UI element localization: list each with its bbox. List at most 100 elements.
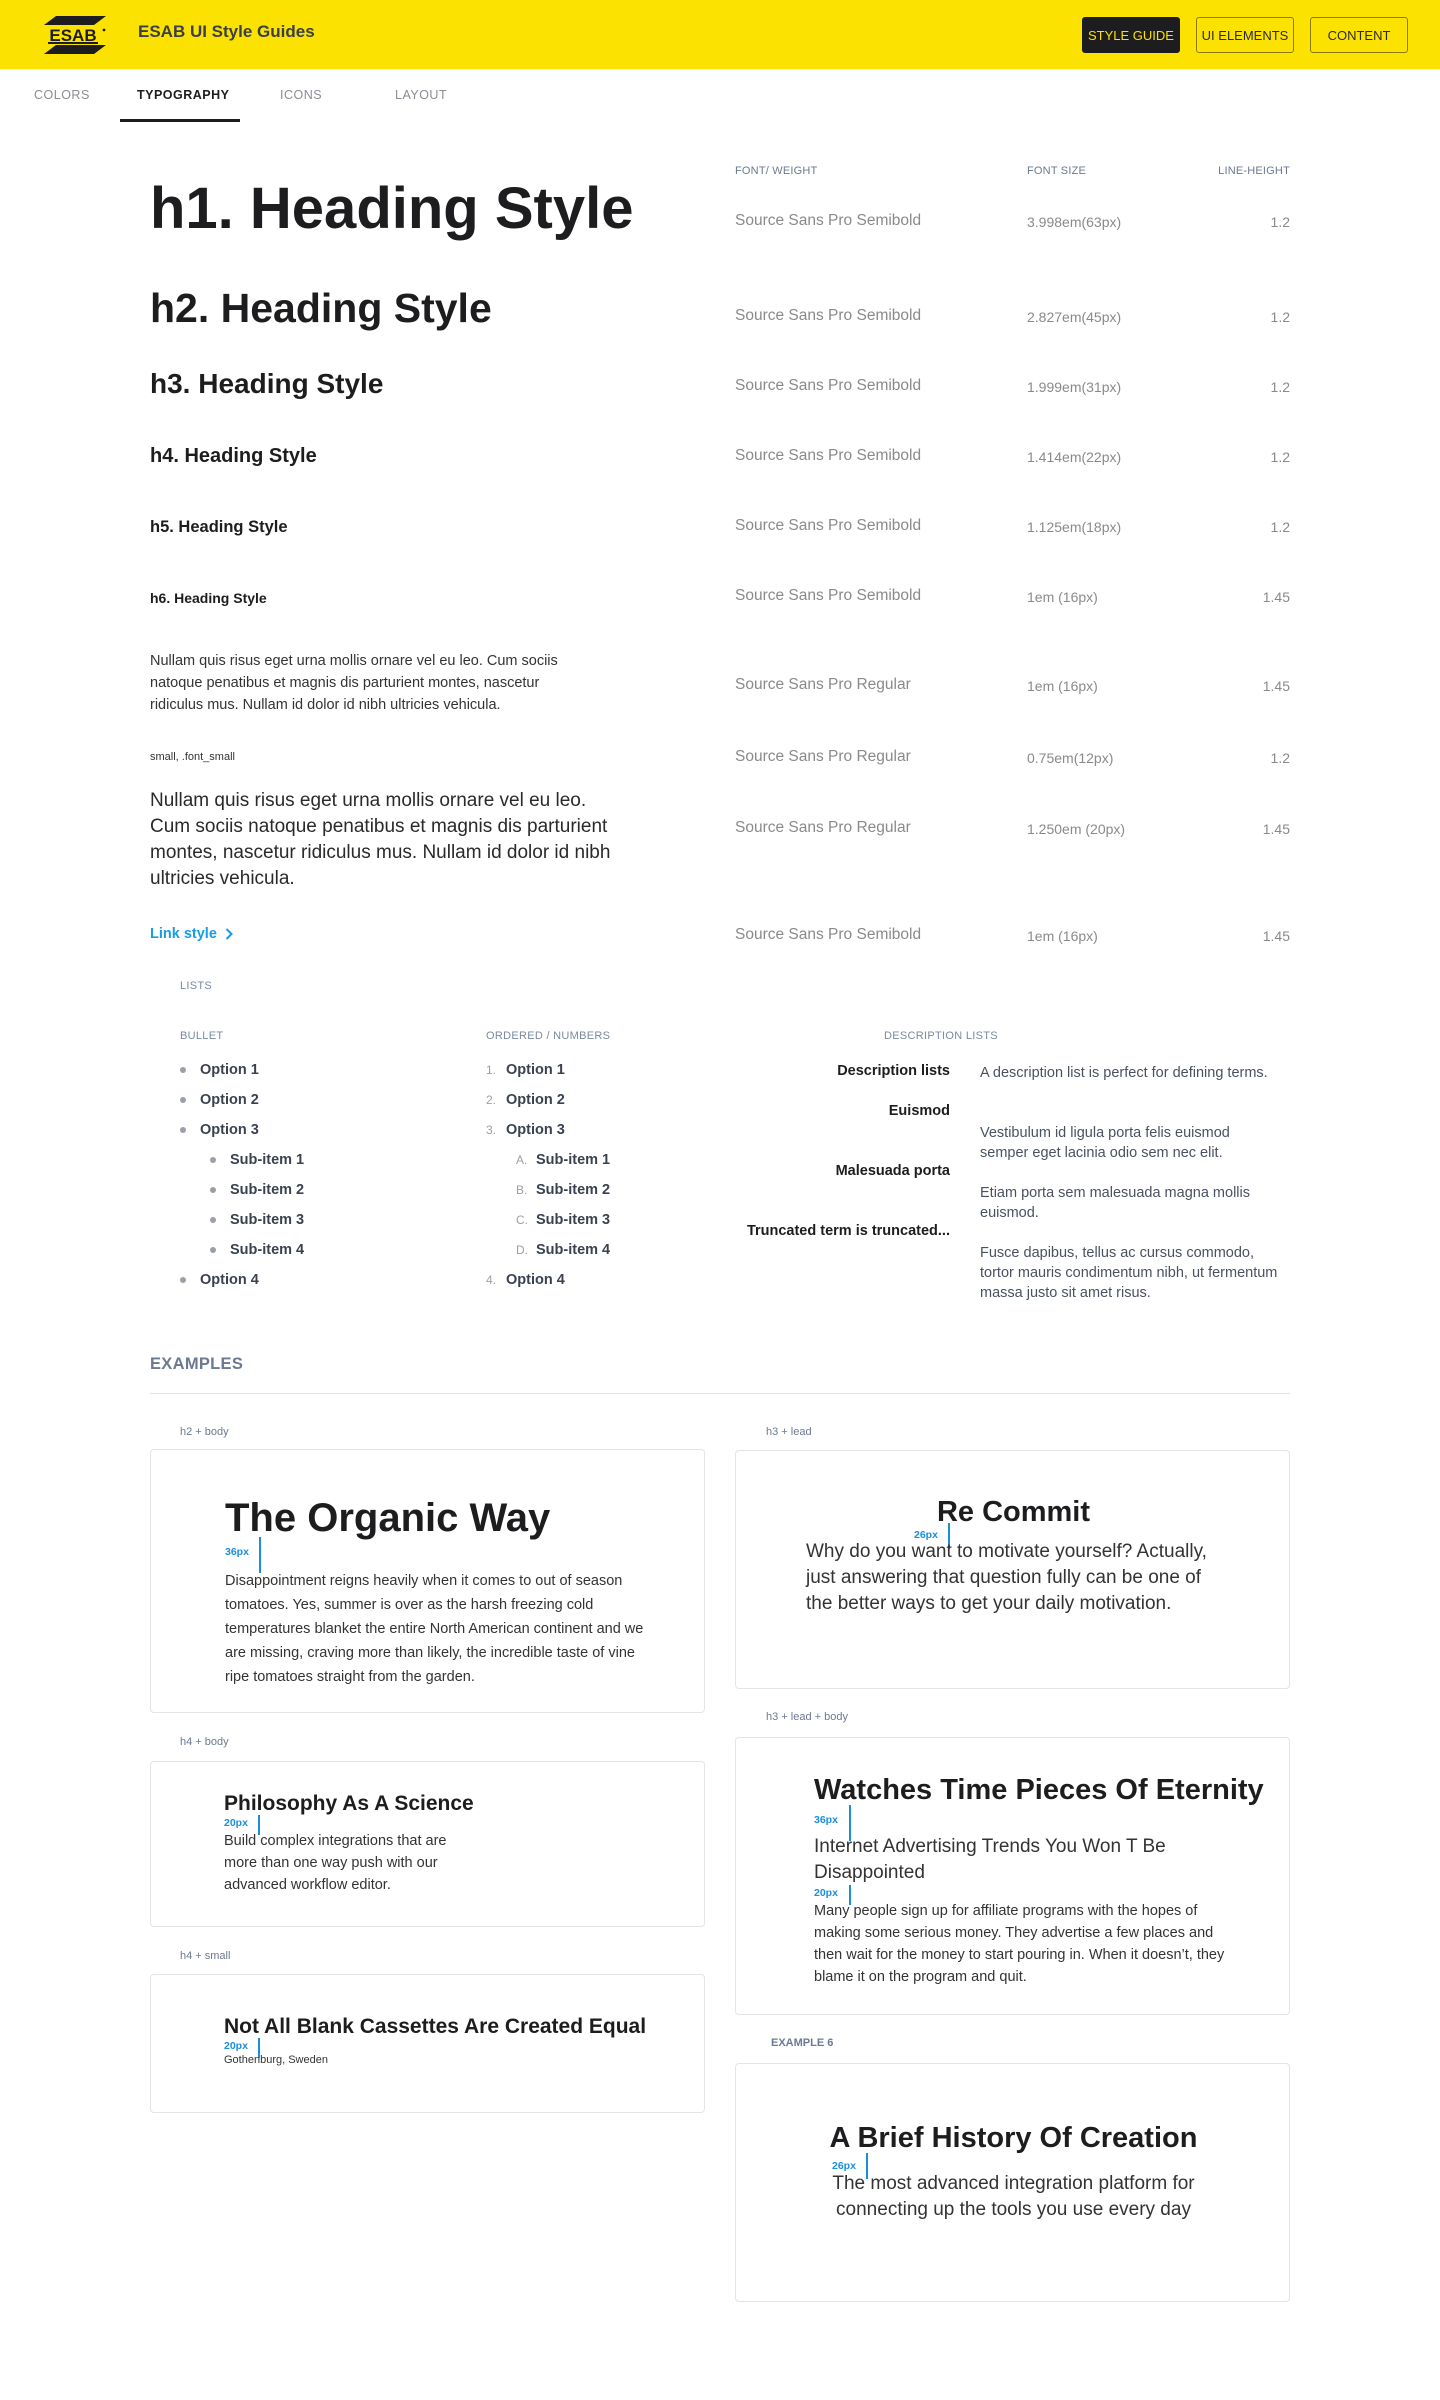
description-definition: Fusce dapibus, tellus ac cursus commodo,… xyxy=(980,1245,1278,1301)
example-body: Many people sign up for affiliate progra… xyxy=(814,1903,1225,1985)
ordered-list-item: 4. Option 4 xyxy=(486,1272,565,1288)
example-lead: Internet Advertising Trends You Won T Be… xyxy=(814,1836,1166,1883)
h6-font: Source Sans Pro Semibold xyxy=(735,587,922,604)
bullet-sub-item: Sub-item 3 xyxy=(210,1212,304,1228)
h1-size: 3.998em(63px) xyxy=(1027,214,1122,230)
example-card-6: A Brief History Of Creation 26px The mos… xyxy=(735,2063,1290,2302)
h1-font: Source Sans Pro Semibold xyxy=(735,212,922,229)
link-style-sample[interactable]: Link style xyxy=(150,926,233,942)
bullet-sub-item: Sub-item 1 xyxy=(210,1152,304,1168)
example-small: Gothenburg, Sweden xyxy=(224,2054,328,2066)
example-card-h4-small: Not All Blank Cassettes Are Created Equa… xyxy=(150,1974,705,2113)
example-card-h3-lead: Re Commit 26px Why do you want to motiva… xyxy=(735,1450,1290,1689)
bullet-icon xyxy=(210,1217,216,1223)
ordered-sub-item: C. Sub-item 3 xyxy=(516,1212,611,1228)
ordered-sub-item: B. Sub-item 2 xyxy=(516,1182,611,1198)
ordered-list-item: 3. Option 3 xyxy=(486,1122,565,1138)
bullet-icon xyxy=(210,1247,216,1253)
bullet-sub-item: Sub-item 4 xyxy=(210,1242,304,1258)
example-card-h3-lead-body: Watches Time Pieces Of Eternity 36px Int… xyxy=(735,1737,1290,2015)
app-title: ESAB UI Style Guides xyxy=(138,22,315,41)
ordered-list-item: 1. Option 1 xyxy=(486,1062,565,1078)
ui-elements-button[interactable]: UI ELEMENTS xyxy=(1196,17,1294,53)
example-label: h2 + body xyxy=(180,1426,229,1438)
example-title: Re Commit xyxy=(936,1496,1091,1528)
example-card-h2-body: The Organic Way 36px Disappointment reig… xyxy=(150,1449,705,1713)
h1-sample: h1. Heading Style xyxy=(150,176,634,241)
link-size: 1em (16px) xyxy=(1027,928,1098,944)
example-title: Watches Time Pieces Of Eternity xyxy=(814,1774,1264,1806)
h2-sample: h2. Heading Style xyxy=(150,285,492,331)
description-definition: A description list is perfect for defini… xyxy=(980,1065,1268,1081)
h3-sample: h3. Heading Style xyxy=(150,368,384,399)
description-list-label: DESCRIPTION LISTS xyxy=(884,1030,998,1042)
description-definition: Etiam porta sem malesuada magna mollis e… xyxy=(980,1185,1250,1221)
h5-sample: h5. Heading Style xyxy=(150,518,288,536)
bullet-icon xyxy=(180,1127,186,1133)
spacing-indicator xyxy=(259,1537,261,1573)
h2-line-height: 1.2 xyxy=(1270,309,1290,325)
bullet-icon xyxy=(210,1157,216,1163)
h4-sample: h4. Heading Style xyxy=(150,445,317,467)
link-font: Source Sans Pro Semibold xyxy=(735,926,922,943)
h1-line-height: 1.2 xyxy=(1270,214,1290,230)
example-title: A Brief History Of Creation xyxy=(829,2122,1198,2154)
h3-font: Source Sans Pro Semibold xyxy=(735,377,922,394)
example-label: h4 + small xyxy=(180,1950,231,1962)
content-button[interactable]: CONTENT xyxy=(1310,17,1408,53)
esab-logo[interactable]: ESAB xyxy=(42,16,108,54)
example-label: EXAMPLE 6 xyxy=(771,2037,834,2049)
top-bar: ESAB ESAB UI Style Guides STYLE GUIDE UI… xyxy=(0,0,1440,69)
tab-icons[interactable]: ICONS xyxy=(280,88,322,102)
spacing-label: 20px xyxy=(224,2040,248,2052)
description-term: Euismod xyxy=(888,1103,950,1119)
h6-sample: h6. Heading Style xyxy=(150,590,267,606)
tab-colors[interactable]: COLORS xyxy=(34,88,90,102)
tab-layout[interactable]: LAYOUT xyxy=(395,88,447,102)
body-font: Source Sans Pro Regular xyxy=(735,676,911,693)
h4-font: Source Sans Pro Semibold xyxy=(735,447,922,464)
active-tab-indicator xyxy=(120,119,240,122)
divider xyxy=(150,1393,1290,1394)
spacing-label: 20px xyxy=(224,1817,248,1829)
h2-size: 2.827em(45px) xyxy=(1027,309,1122,325)
body-line-height: 1.45 xyxy=(1262,678,1290,694)
h5-size: 1.125em(18px) xyxy=(1027,519,1122,535)
body-sample: Nullam quis risus eget urna mollis ornar… xyxy=(150,653,558,713)
small-size: 0.75em(12px) xyxy=(1027,750,1114,766)
example-lead: Why do you want to motivate yourself? Ac… xyxy=(806,1541,1207,1614)
example-title: Not All Blank Cassettes Are Created Equa… xyxy=(224,2015,647,2038)
bullet-sub-item: Sub-item 2 xyxy=(210,1182,304,1198)
bullet-icon xyxy=(180,1097,186,1103)
lead-size: 1.250em (20px) xyxy=(1027,821,1126,837)
example-body: Disappointment reigns heavily when it co… xyxy=(225,1573,644,1685)
h3-line-height: 1.2 xyxy=(1270,379,1290,395)
h4-line-height: 1.2 xyxy=(1270,449,1290,465)
bullet-list-item: Option 3 xyxy=(180,1122,259,1138)
h4-size: 1.414em(22px) xyxy=(1027,449,1122,465)
small-font: Source Sans Pro Regular xyxy=(735,748,911,765)
example-body: Build complex integrations that are more… xyxy=(224,1833,447,1893)
h2-font: Source Sans Pro Semibold xyxy=(735,307,922,324)
example-title: The Organic Way xyxy=(225,1496,551,1540)
ordered-sub-item: D. Sub-item 4 xyxy=(516,1242,611,1258)
column-header-font: FONT/ WEIGHT xyxy=(735,165,818,177)
style-guide-button[interactable]: STYLE GUIDE xyxy=(1082,17,1180,53)
h5-font: Source Sans Pro Semibold xyxy=(735,517,922,534)
spacing-label: 20px xyxy=(814,1887,838,1899)
lists-title: LISTS xyxy=(180,980,213,992)
h6-size: 1em (16px) xyxy=(1027,589,1098,605)
tab-typography[interactable]: TYPOGRAPHY xyxy=(137,88,230,102)
example-title: Philosophy As A Science xyxy=(224,1792,474,1815)
lead-sample: Nullam quis risus eget urna mollis ornar… xyxy=(150,790,611,889)
bullet-list-label: BULLET xyxy=(180,1030,224,1042)
link-style-label: Link style xyxy=(150,926,217,942)
spacing-label: 36px xyxy=(225,1546,249,1558)
example-label: h4 + body xyxy=(180,1736,229,1748)
example-card-h4-body: Philosophy As A Science 20px Build compl… xyxy=(150,1761,705,1927)
spacing-label: 36px xyxy=(814,1814,838,1826)
h5-line-height: 1.2 xyxy=(1270,519,1290,535)
ordered-sub-item: A. Sub-item 1 xyxy=(516,1152,611,1168)
h3-size: 1.999em(31px) xyxy=(1027,379,1122,395)
small-sample: small, .font_small xyxy=(150,751,235,763)
